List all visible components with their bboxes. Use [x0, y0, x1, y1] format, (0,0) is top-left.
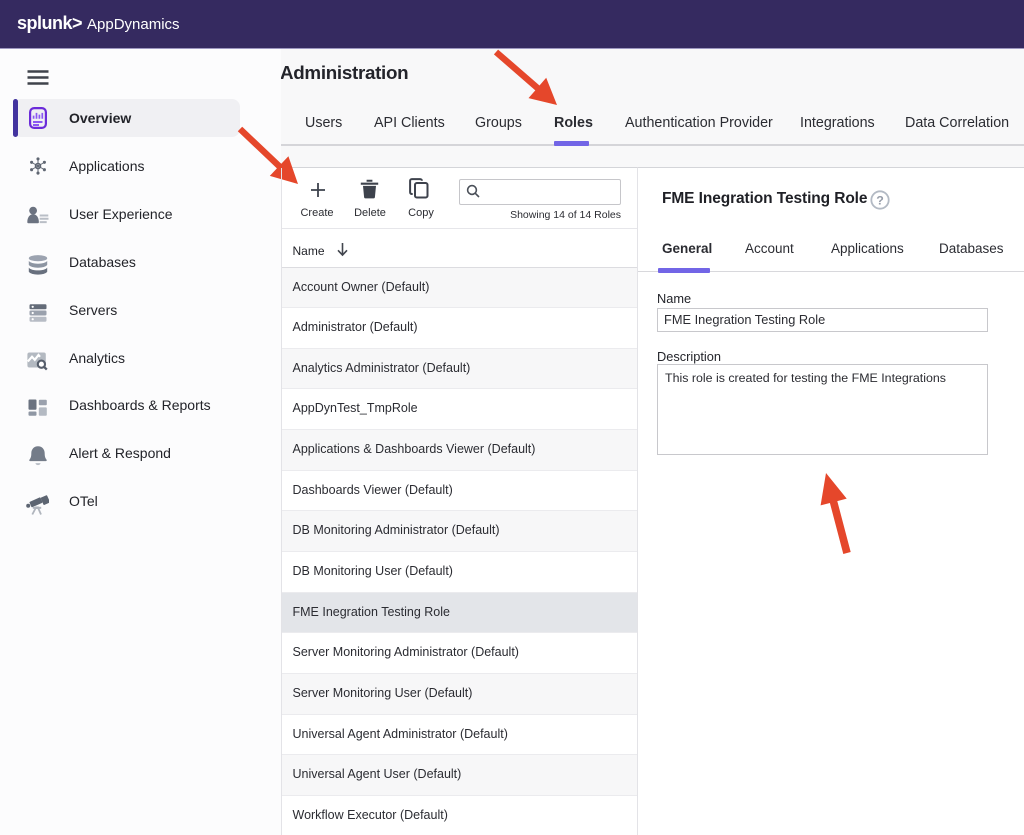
- svg-text:?: ?: [876, 193, 884, 207]
